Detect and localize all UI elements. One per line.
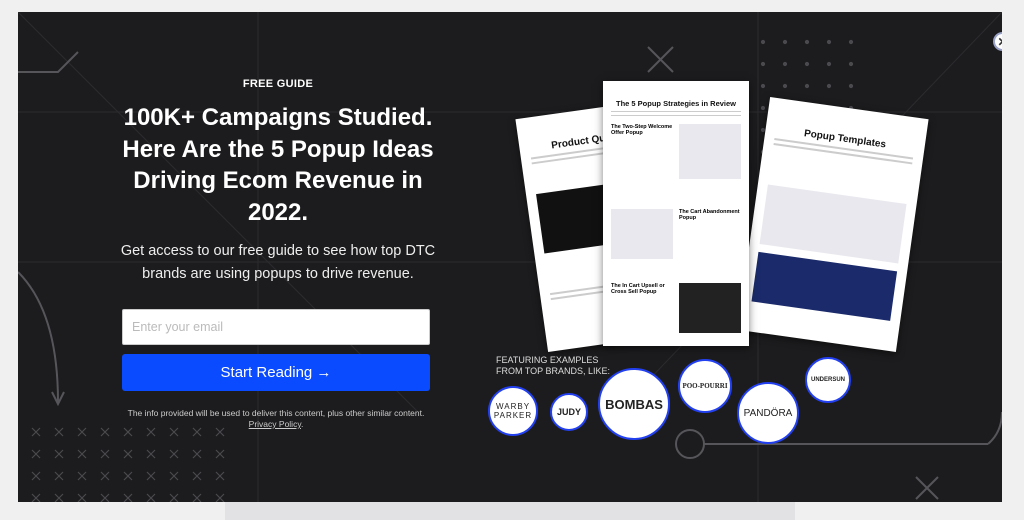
privacy-policy-link[interactable]: Privacy Policy — [249, 419, 301, 429]
logo-pandora: PANDÖRA — [737, 382, 799, 444]
page-title: The 5 Popup Strategies in Review — [615, 99, 737, 108]
page-behind-modal — [225, 502, 795, 520]
guide-page-right: Popup Templates — [737, 97, 929, 352]
guide-page-center: The 5 Popup Strategies in Review The Two… — [603, 81, 749, 346]
logo-warby-parker: WARBY PARKER — [488, 386, 538, 436]
section-title: The Two-Step Welcome Offer Popup — [611, 124, 673, 136]
subheadline: Get access to our free guide to see how … — [120, 243, 436, 282]
disclaimer: The info provided will be used to delive… — [127, 408, 425, 429]
section-title: The Cart Abandonment Popup — [679, 209, 740, 221]
brands-heading: FEATURING EXAMPLES FROM TOP BRANDS, LIKE… — [496, 355, 611, 376]
headline: 100K+ Campaigns Studied. Here Are the 5 … — [122, 104, 434, 226]
start-reading-button[interactable]: Start Reading → — [122, 354, 430, 391]
popup-modal: ✕ FREE GUIDE 100K+ Campaigns Studied. He… — [18, 12, 1002, 502]
logo-undersun: UNDERSUN — [805, 357, 851, 403]
close-icon: ✕ — [997, 35, 1002, 49]
email-input[interactable] — [122, 309, 430, 345]
logo-bombas: BOMBAS — [598, 368, 670, 440]
disclaimer-text: The info provided will be used to delive… — [127, 408, 425, 418]
eyebrow-label: FREE GUIDE — [242, 78, 314, 90]
section-title: The In Cart Upsell or Cross Sell Popup — [611, 283, 665, 295]
logo-judy: JUDY — [550, 393, 588, 431]
logo-poo-pourri: POO-POURRI — [678, 359, 732, 413]
